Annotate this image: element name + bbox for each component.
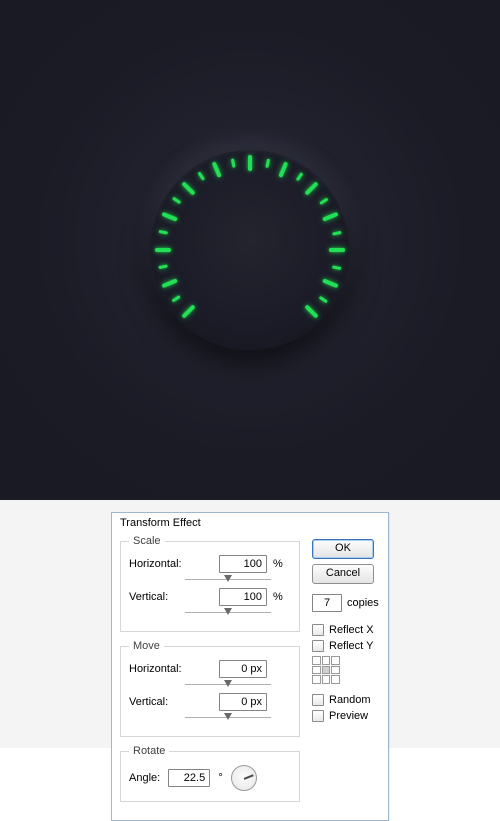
scale-v-unit: % [273,591,291,603]
reflect-x-checkbox[interactable] [312,624,324,636]
scale-h-input[interactable] [219,555,267,573]
scale-v-input[interactable] [219,588,267,606]
rotate-group: Rotate Angle: ° [120,745,300,802]
scale-h-unit: % [273,558,291,570]
dial-knob [150,150,350,350]
rotate-angle-input[interactable] [168,769,210,787]
move-v-label: Vertical: [129,696,213,708]
preview-label: Preview [329,710,368,722]
scale-v-slider[interactable] [185,609,271,617]
dial-ticks [150,150,350,350]
artwork-canvas [0,0,500,500]
scale-h-label: Horizontal: [129,558,213,570]
move-h-label: Horizontal: [129,663,213,675]
copies-label: copies [347,597,379,609]
reflect-y-checkbox[interactable] [312,640,324,652]
move-h-input[interactable] [219,660,267,678]
move-h-slider[interactable] [185,681,271,689]
scale-h-slider[interactable] [185,576,271,584]
rotate-angle-label: Angle: [129,772,160,784]
copies-input[interactable] [312,594,342,612]
random-label: Random [329,694,371,706]
dialog-title: Transform Effect [112,513,388,535]
dialog-area: Transform Effect Scale Horizontal: % Ver… [0,500,500,748]
move-group: Move Horizontal: Vertical: [120,640,300,737]
rotate-angle-dial[interactable] [231,765,257,791]
rotate-angle-unit: ° [218,772,222,784]
scale-legend: Scale [129,535,165,547]
transform-effect-dialog: Transform Effect Scale Horizontal: % Ver… [111,512,389,821]
scale-v-label: Vertical: [129,591,213,603]
random-checkbox[interactable] [312,694,324,706]
preview-checkbox[interactable] [312,710,324,722]
reflect-y-label: Reflect Y [329,640,373,652]
reflect-x-label: Reflect X [329,624,374,636]
move-legend: Move [129,640,164,652]
anchor-grid[interactable] [312,656,340,684]
rotate-legend: Rotate [129,745,169,757]
scale-group: Scale Horizontal: % Vertical: % [120,535,300,632]
move-v-input[interactable] [219,693,267,711]
ok-button[interactable]: OK [312,539,374,559]
cancel-button[interactable]: Cancel [312,564,374,584]
move-v-slider[interactable] [185,714,271,722]
